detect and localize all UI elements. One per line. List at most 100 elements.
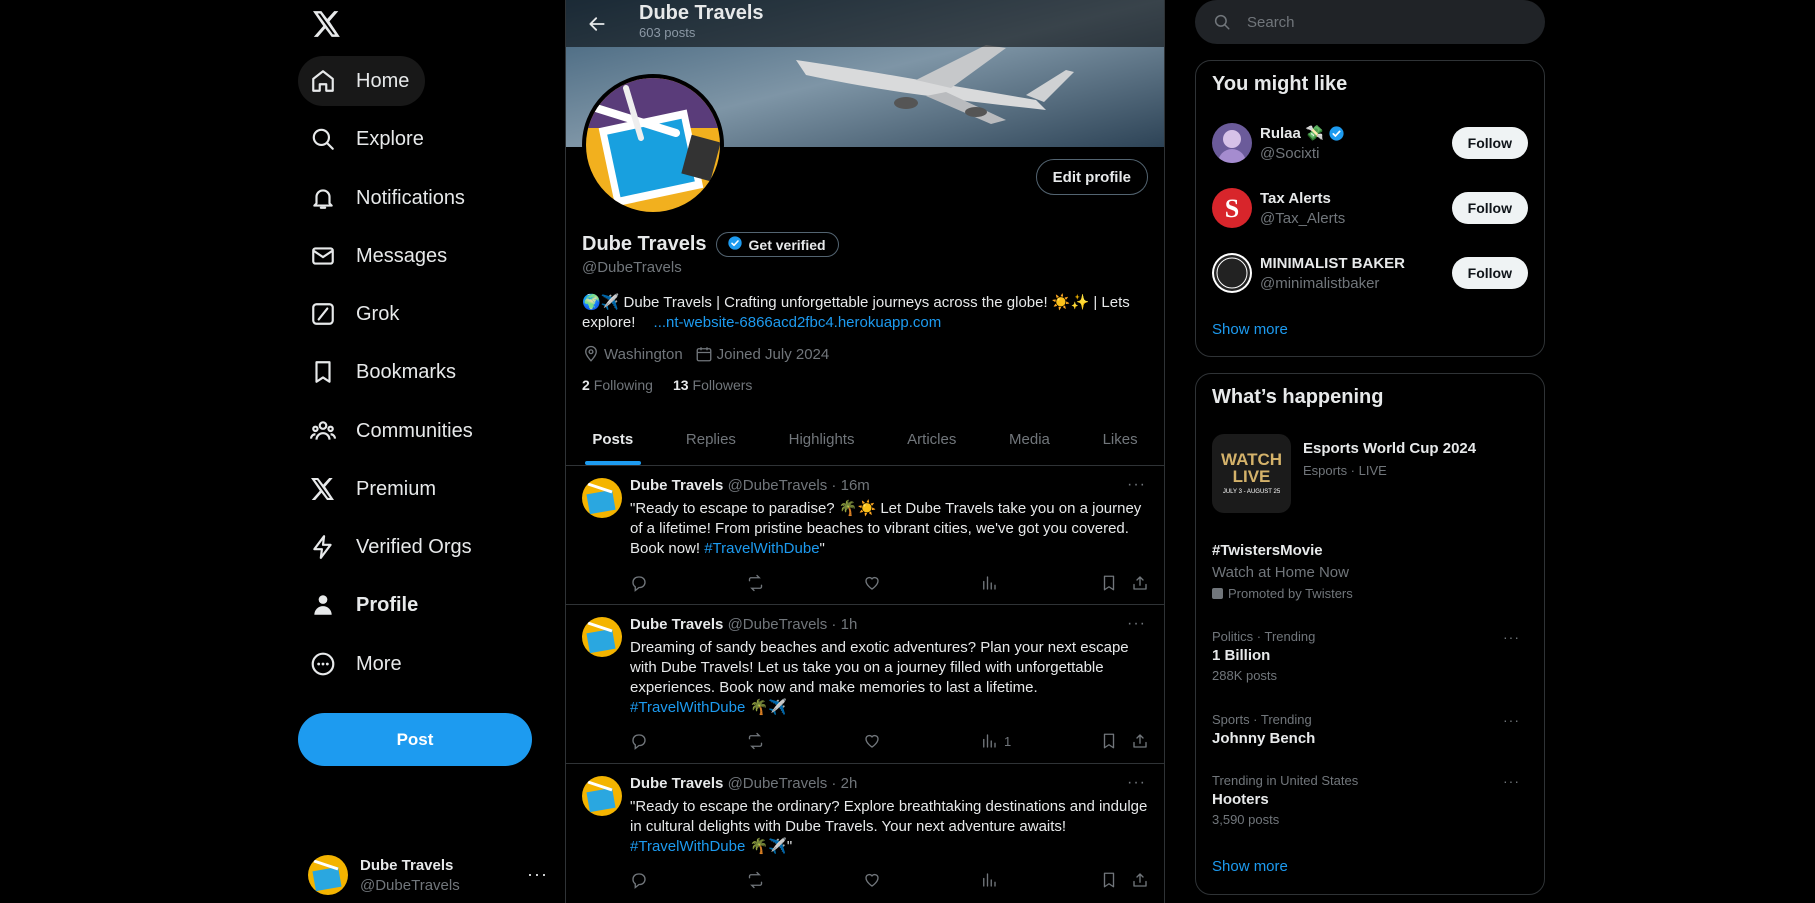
share-icon[interactable] [1131,574,1149,592]
nav-more[interactable]: More [298,639,418,689]
nav-messages[interactable]: Messages [298,231,463,281]
more-icon[interactable]: ··· [1503,773,1520,789]
panel-title: You might like [1212,73,1348,95]
more-icon[interactable]: ··· [1127,615,1146,633]
suggested-user[interactable]: S Tax Alerts @Tax_Alerts Follow [1212,186,1528,230]
reply-icon[interactable] [630,871,648,889]
trend-title: #TwistersMovie [1212,542,1323,559]
hashtag-link[interactable]: #TravelWithDube [630,838,745,855]
bio-link[interactable]: ...nt-website-6866acd2fbc4.herokuapp.com [654,314,942,331]
reply-icon[interactable] [630,574,648,592]
repost-icon[interactable] [746,732,765,750]
like-icon[interactable] [863,574,881,592]
people-icon [310,418,336,444]
person-icon [310,592,336,618]
nav-grok[interactable]: Grok [298,289,415,339]
tab-replies[interactable]: Replies [660,413,763,465]
more-icon[interactable]: ··· [1503,629,1520,645]
tweet[interactable]: Dube Travels @DubeTravels · 16m ··· "Rea… [566,466,1164,605]
avatar[interactable] [582,776,622,816]
tab-articles[interactable]: Articles [881,413,983,465]
verified-badge-icon [727,235,743,254]
x-logo-icon[interactable] [309,6,345,42]
follow-stats: 2 Following 13 Followers [582,377,772,393]
follow-button[interactable]: Follow [1451,127,1528,159]
reply-icon[interactable] [630,732,648,750]
bookmark-icon[interactable] [1100,732,1118,750]
nav-label: Profile [356,593,419,616]
like-icon[interactable] [863,871,881,889]
nav-communities[interactable]: Communities [298,406,489,456]
avatar[interactable] [582,478,622,518]
profile-handle: @DubeTravels [582,259,682,276]
tab-highlights[interactable]: Highlights [762,413,881,465]
more-icon[interactable]: ··· [527,864,548,885]
bookmark-icon[interactable] [1100,871,1118,889]
hashtag-link[interactable]: #TravelWithDube [704,540,819,557]
repost-icon[interactable] [746,871,765,889]
share-icon[interactable] [1131,732,1149,750]
views-icon[interactable]: 1 [980,732,1011,750]
nav-verified-orgs[interactable]: Verified Orgs [298,522,488,572]
follow-button[interactable]: Follow [1451,192,1528,224]
avatar [308,855,348,895]
views-icon[interactable] [980,574,1004,592]
tab-posts[interactable]: Posts [566,413,660,465]
tweet[interactable]: Dube Travels @DubeTravels · 2h ··· "Read… [566,764,1164,903]
trend-item[interactable]: Trending in United States Hooters 3,590 … [1212,773,1528,827]
share-icon[interactable] [1131,871,1149,889]
edit-profile-button[interactable]: Edit profile [1035,159,1148,195]
trend-featured[interactable]: WATCH LIVE JULY 3 - AUGUST 25 Esports Wo… [1212,434,1528,514]
trend-promoted[interactable]: #TwistersMovie Watch at Home Now Promote… [1212,539,1528,601]
repost-icon[interactable] [746,574,765,592]
account-switcher[interactable]: Dube Travels @DubeTravels ··· [308,852,548,898]
get-verified-button[interactable]: Get verified [715,232,839,257]
post-button[interactable]: Post [298,713,532,766]
show-more-link[interactable]: Show more [1212,321,1288,338]
trend-item[interactable]: Politics · Trending 1 Billion 288K posts… [1212,629,1528,683]
profile-location: Washington [582,345,683,363]
tweet-body: Dreaming of sandy beaches and exotic adv… [630,639,1129,696]
hashtag-link[interactable]: #TravelWithDube [630,699,745,716]
search-icon [310,126,336,152]
profile-header-bar: Dube Travels 603 posts [566,0,1164,47]
envelope-icon [310,243,336,269]
tweet-author[interactable]: Dube Travels [630,775,723,792]
profile-avatar[interactable] [582,74,724,216]
search-input[interactable] [1247,13,1507,31]
bookmark-icon[interactable] [1100,574,1118,592]
tweet-author[interactable]: Dube Travels [630,616,723,633]
nav-home[interactable]: Home [298,56,426,106]
like-icon[interactable] [863,732,881,750]
avatar[interactable] [582,617,622,657]
following-label: Following [593,377,653,393]
nav-explore[interactable]: Explore [298,114,440,164]
suggested-user[interactable]: MINIMALIST BAKER @minimalistbaker Follow [1212,251,1528,295]
views-count: 1 [1004,733,1012,749]
trend-item[interactable]: Sports · Trending Johnny Bench ··· [1212,712,1528,747]
views-icon[interactable] [980,871,1004,889]
header-title: Dube Travels [639,2,764,24]
follow-button[interactable]: Follow [1451,257,1528,289]
back-arrow-icon[interactable] [577,4,617,44]
nav-premium[interactable]: Premium [298,464,452,514]
more-icon[interactable]: ··· [1127,774,1146,792]
nav-notifications[interactable]: Notifications [298,173,481,223]
show-more-link[interactable]: Show more [1212,858,1288,875]
nav-bookmarks[interactable]: Bookmarks [298,347,472,397]
nav-profile[interactable]: Profile [298,580,434,630]
tweet[interactable]: Dube Travels @DubeTravels · 1h ··· Dream… [566,605,1164,764]
tweet-author[interactable]: Dube Travels [630,477,723,494]
panel-title: What’s happening [1212,386,1384,408]
tweet-meta: @DubeTravels · 1h [727,616,858,633]
nav-label: Premium [356,477,437,500]
followers-link[interactable]: 13 Followers [673,377,752,393]
tab-media[interactable]: Media [983,413,1077,465]
search-box[interactable] [1195,0,1545,44]
more-icon[interactable]: ··· [1503,712,1520,728]
tab-likes[interactable]: Likes [1076,413,1164,465]
more-icon[interactable]: ··· [1127,476,1146,494]
profile-meta: Washington Joined July 2024 [582,345,841,363]
following-link[interactable]: 2 Following [582,377,653,393]
suggested-user[interactable]: Rulaa 💸 @Socixti Follow [1212,121,1528,165]
